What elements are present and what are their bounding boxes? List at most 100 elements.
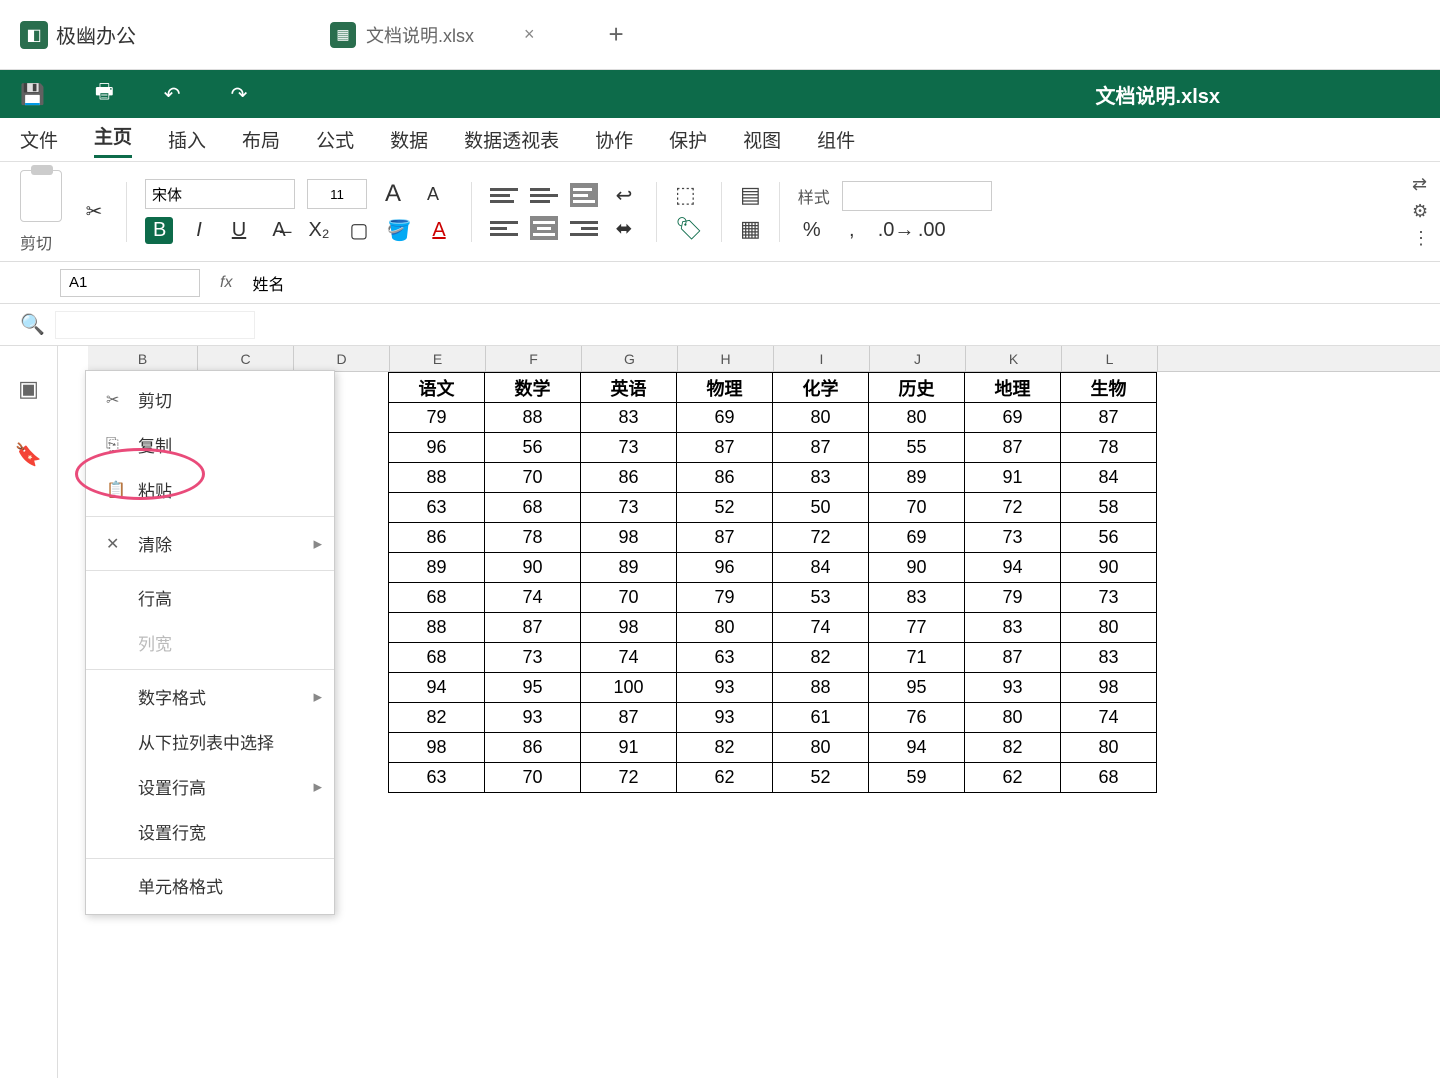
table-cell[interactable]: 93: [485, 703, 581, 733]
save-icon[interactable]: 💾: [20, 82, 45, 107]
table-cell[interactable]: 73: [581, 433, 677, 463]
font-color-button[interactable]: A: [425, 219, 453, 242]
table-cell[interactable]: 79: [677, 583, 773, 613]
table-cell[interactable]: 98: [1061, 673, 1157, 703]
close-tab-icon[interactable]: ×: [524, 24, 535, 45]
increase-font-icon[interactable]: A: [379, 180, 407, 208]
table-cell[interactable]: 95: [485, 673, 581, 703]
decrease-decimal-button[interactable]: .00: [918, 219, 946, 242]
table-cell[interactable]: 70: [485, 463, 581, 493]
table-cell[interactable]: 93: [677, 673, 773, 703]
table-cell[interactable]: 70: [869, 493, 965, 523]
table-row[interactable]: 6874707953837973: [389, 583, 1157, 613]
formula-input[interactable]: [304, 269, 1380, 297]
table-cell[interactable]: 98: [389, 733, 485, 763]
col-header-L[interactable]: L: [1062, 346, 1158, 371]
table-cell[interactable]: 80: [773, 733, 869, 763]
bookmark-icon[interactable]: 🔖: [15, 442, 42, 468]
table-cell[interactable]: 76: [869, 703, 965, 733]
table-cell[interactable]: 90: [485, 553, 581, 583]
table-row[interactable]: 6368735250707258: [389, 493, 1157, 523]
table-cell[interactable]: 89: [389, 553, 485, 583]
table-cell[interactable]: 78: [485, 523, 581, 553]
table-cell[interactable]: 80: [869, 403, 965, 433]
table-cell[interactable]: 70: [485, 763, 581, 793]
table-cell[interactable]: 70: [581, 583, 677, 613]
table-cell[interactable]: 91: [581, 733, 677, 763]
strikethrough-button[interactable]: A̶: [265, 219, 293, 242]
table-cell[interactable]: 88: [389, 613, 485, 643]
table-cell[interactable]: 68: [389, 643, 485, 673]
table-cell[interactable]: 56: [485, 433, 581, 463]
ctx-copy[interactable]: ⎘复制: [86, 422, 334, 467]
table-cell[interactable]: 89: [581, 553, 677, 583]
table-row[interactable]: 9656738787558778: [389, 433, 1157, 463]
table-cell[interactable]: 88: [389, 463, 485, 493]
settings-icon[interactable]: ⚙: [1412, 201, 1430, 222]
align-center-button[interactable]: [530, 216, 558, 240]
search-icon[interactable]: 🔍: [20, 312, 45, 337]
table-cell[interactable]: 96: [677, 553, 773, 583]
table-cell[interactable]: 68: [1061, 763, 1157, 793]
table-header[interactable]: 语文: [389, 373, 485, 403]
table-header[interactable]: 英语: [581, 373, 677, 403]
col-header-C[interactable]: C: [198, 346, 294, 371]
table-cell[interactable]: 94: [389, 673, 485, 703]
table-cell[interactable]: 50: [773, 493, 869, 523]
table-cell[interactable]: 71: [869, 643, 965, 673]
table-header[interactable]: 物理: [677, 373, 773, 403]
table-cell[interactable]: 78: [1061, 433, 1157, 463]
ctx-row-height[interactable]: 行高: [86, 575, 334, 620]
table-cell[interactable]: 83: [581, 403, 677, 433]
align-bottom-button[interactable]: [570, 183, 598, 207]
table-cell[interactable]: 87: [1061, 403, 1157, 433]
table-cell[interactable]: 98: [581, 523, 677, 553]
table-cell[interactable]: 68: [389, 583, 485, 613]
ctx-merge-cells[interactable]: 设置行宽: [86, 809, 334, 854]
table-cell[interactable]: 79: [965, 583, 1061, 613]
table-row[interactable]: 8990899684909490: [389, 553, 1157, 583]
help-icon[interactable]: ⋮: [1412, 228, 1430, 249]
data-table[interactable]: 语文数学英语物理化学历史地理生物798883698080698796567387…: [388, 372, 1157, 793]
table-cell[interactable]: 58: [1061, 493, 1157, 523]
menu-文件[interactable]: 文件: [20, 126, 58, 153]
table-cell[interactable]: 73: [965, 523, 1061, 553]
col-header-E[interactable]: E: [390, 346, 486, 371]
table-cell[interactable]: 63: [677, 643, 773, 673]
table-cell[interactable]: 96: [389, 433, 485, 463]
col-header-H[interactable]: H: [678, 346, 774, 371]
table-cell[interactable]: 69: [869, 523, 965, 553]
table-cell[interactable]: 80: [1061, 733, 1157, 763]
increase-decimal-button[interactable]: .0→: [878, 219, 906, 242]
search-input[interactable]: [55, 311, 255, 339]
table-row[interactable]: 8293879361768074: [389, 703, 1157, 733]
wrap-text-button[interactable]: ↩: [610, 183, 638, 208]
table-cell[interactable]: 55: [869, 433, 965, 463]
menu-协作[interactable]: 协作: [595, 126, 633, 153]
table-cell[interactable]: 52: [677, 493, 773, 523]
ctx-cut[interactable]: ✂剪切: [86, 377, 334, 422]
fill-color-button[interactable]: 🪣: [385, 218, 413, 243]
menu-公式[interactable]: 公式: [316, 126, 354, 153]
table-cell[interactable]: 80: [677, 613, 773, 643]
table-cell[interactable]: 83: [1061, 643, 1157, 673]
table-cell[interactable]: 62: [965, 763, 1061, 793]
table-cell[interactable]: 74: [485, 583, 581, 613]
cell-reference-input[interactable]: [60, 269, 200, 297]
table-row[interactable]: 94951009388959398: [389, 673, 1157, 703]
menu-布局[interactable]: 布局: [242, 126, 280, 153]
table-cell[interactable]: 95: [869, 673, 965, 703]
col-header-K[interactable]: K: [966, 346, 1062, 371]
table-format-icon[interactable]: ▦: [740, 216, 761, 242]
font-size-select[interactable]: [307, 179, 367, 209]
table-row[interactable]: 6370726252596268: [389, 763, 1157, 793]
table-cell[interactable]: 59: [869, 763, 965, 793]
table-header[interactable]: 生物: [1061, 373, 1157, 403]
table-cell[interactable]: 84: [1061, 463, 1157, 493]
table-row[interactable]: 8870868683899184: [389, 463, 1157, 493]
table-cell[interactable]: 87: [677, 523, 773, 553]
table-cell[interactable]: 73: [581, 493, 677, 523]
table-cell[interactable]: 80: [1061, 613, 1157, 643]
table-cell[interactable]: 63: [389, 763, 485, 793]
align-middle-button[interactable]: [530, 183, 558, 207]
